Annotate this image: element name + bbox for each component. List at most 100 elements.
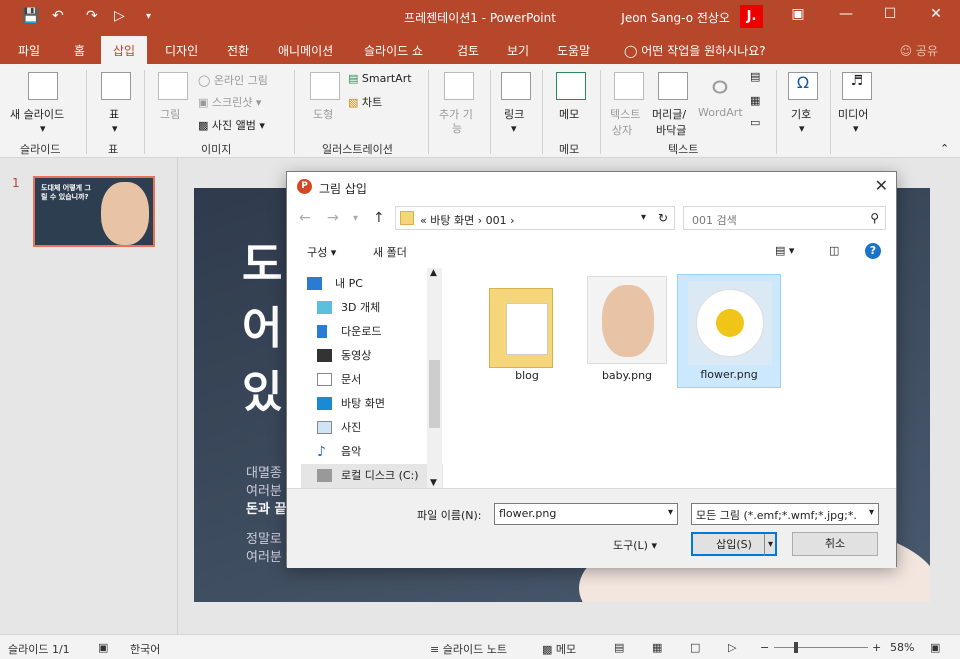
tree-item-documents[interactable]: 문서 [301, 368, 443, 392]
table-button[interactable]: 표 [109, 106, 119, 122]
filename-field[interactable]: flower.png ▾ [494, 503, 678, 525]
slideshow-icon[interactable]: ▷ [728, 641, 736, 654]
close-icon[interactable]: ✕ [875, 176, 888, 195]
fit-to-window-icon[interactable]: ▣ [930, 641, 940, 654]
textbox-button-line2[interactable]: 상자 [612, 122, 632, 138]
picture-button[interactable]: 그림 [160, 106, 180, 122]
new-slide-button[interactable]: 새 슬라이드 [10, 106, 64, 122]
reading-view-icon[interactable]: □ [690, 641, 700, 654]
help-icon[interactable]: ? [865, 243, 881, 259]
link-icon[interactable] [501, 72, 531, 100]
tab-insert[interactable]: 삽입 [101, 36, 148, 64]
close-icon[interactable]: ✕ [926, 6, 946, 26]
accessibility-icon[interactable]: ▣ [98, 641, 108, 654]
chevron-down-icon[interactable]: ▾ [799, 122, 805, 135]
recent-locations-icon[interactable]: ▾ [353, 213, 358, 224]
cancel-button[interactable]: 취소 [792, 532, 878, 556]
tree-item-local-disk[interactable]: 로컬 디스크 (C:) [301, 464, 443, 488]
tree-item-3d-objects[interactable]: 3D 개체 [301, 296, 443, 320]
tab-design[interactable]: 디자인 [165, 42, 198, 59]
tab-file[interactable]: 파일 [18, 42, 40, 59]
zoom-slider[interactable] [774, 647, 868, 648]
avatar[interactable]: J. [740, 5, 763, 28]
chart-button[interactable]: ▧ 차트 [348, 94, 382, 110]
comments-button[interactable]: ▩ 메모 [542, 641, 576, 657]
table-icon[interactable] [101, 72, 131, 100]
user-name[interactable]: Jeon Sang-o 전상오 [621, 9, 730, 26]
object-icon[interactable]: ▭ [750, 116, 760, 129]
address-bar[interactable]: « 바탕 화면 › 001 › ▾ ↻ [395, 206, 675, 230]
addins-button-line2[interactable]: 능 [452, 120, 462, 136]
tell-me-search[interactable]: ◯ 어떤 작업을 원하시나요? [624, 42, 766, 59]
wordart-button[interactable]: WordArt [698, 106, 743, 119]
search-input[interactable]: 001 검색 ⚲ [683, 206, 886, 230]
shapes-button[interactable]: 도형 [313, 106, 333, 122]
link-button[interactable]: 링크 [504, 106, 524, 122]
tree-item-desktop[interactable]: 바탕 화면 [301, 392, 443, 416]
slide-number-icon[interactable]: ▦ [750, 94, 760, 107]
scroll-up-icon[interactable]: ▲ [430, 268, 437, 278]
tab-view[interactable]: 보기 [507, 42, 529, 59]
insert-button[interactable]: 삽입(S) ▾ [691, 532, 777, 556]
chevron-down-icon[interactable]: ▾ [112, 122, 118, 135]
chevron-down-icon[interactable]: ▾ [853, 122, 859, 135]
chevron-down-icon[interactable]: ▾ [869, 507, 874, 518]
tab-slideshow[interactable]: 슬라이드 쇼 [364, 42, 423, 59]
photo-album-button[interactable]: ▩ 사진 앨범 ▾ [198, 117, 265, 133]
breadcrumb[interactable]: « 바탕 화면 › 001 › [420, 212, 515, 228]
wordart-icon[interactable]: ㅇ [708, 68, 732, 105]
share-button[interactable]: ☺ 공유 [900, 42, 938, 59]
ribbon-display-icon[interactable]: ▣ [788, 6, 808, 26]
refresh-icon[interactable]: ↻ [658, 211, 668, 225]
new-folder-button[interactable]: 새 폴더 [373, 244, 407, 260]
screenshot-button[interactable]: ▣ 스크린샷 ▾ [198, 94, 261, 110]
up-arrow-icon[interactable]: ↑ [373, 210, 385, 226]
zoom-in-icon[interactable]: + [872, 641, 881, 654]
notes-button[interactable]: ≡ 슬라이드 노트 [430, 641, 507, 657]
file-item-selected[interactable]: flower.png [677, 274, 781, 388]
smartart-button[interactable]: ▤ SmartArt [348, 72, 412, 85]
scroll-down-icon[interactable]: ▼ [430, 478, 437, 488]
zoom-level[interactable]: 58% [890, 641, 914, 654]
tab-home[interactable]: 홈 [74, 42, 85, 59]
chevron-down-icon[interactable]: ▾ [40, 122, 46, 135]
insert-options-icon[interactable]: ▾ [763, 534, 773, 556]
zoom-out-icon[interactable]: − [760, 641, 769, 654]
date-time-icon[interactable]: ▤ [750, 70, 760, 83]
tree-item-this-pc[interactable]: 내 PC [301, 272, 443, 296]
comment-icon[interactable] [556, 72, 586, 100]
preview-pane-icon[interactable]: ◫ [829, 244, 839, 257]
slide-thumbnail[interactable]: 도대체 어떻게 그릴 수 있습니까? [33, 176, 155, 247]
view-options-icon[interactable]: ▤ ▾ [775, 244, 794, 257]
textbox-button[interactable]: 텍스트 [610, 106, 640, 122]
forward-arrow-icon[interactable]: → [327, 210, 339, 226]
header-footer-icon[interactable] [658, 72, 688, 100]
online-picture-button[interactable]: ◯ 온라인 그림 [198, 72, 268, 88]
comment-button[interactable]: 메모 [559, 106, 579, 122]
textbox-icon[interactable] [614, 72, 644, 100]
chevron-down-icon[interactable]: ▾ [641, 212, 646, 223]
picture-icon[interactable] [158, 72, 188, 100]
tree-item-pictures[interactable]: 사진 [301, 416, 443, 440]
header-footer-button[interactable]: 머리글/ [652, 106, 686, 122]
zoom-slider-thumb[interactable] [794, 642, 798, 653]
scrollbar-thumb[interactable] [429, 360, 440, 428]
slide-sorter-icon[interactable]: ▦ [652, 641, 662, 654]
file-item[interactable]: blog [475, 274, 579, 388]
organize-button[interactable]: 구성 ▾ [307, 244, 336, 260]
maximize-icon[interactable]: ☐ [880, 6, 900, 26]
tree-scrollbar[interactable]: ▲ ▼ [427, 268, 442, 488]
tab-review[interactable]: 검토 [457, 42, 479, 59]
chevron-down-icon[interactable]: ▾ [668, 507, 673, 518]
speaker-icon[interactable]: ♬ [842, 72, 872, 100]
file-item[interactable]: baby.png [575, 274, 679, 388]
tab-help[interactable]: 도움말 [557, 42, 590, 59]
media-button[interactable]: 미디어 [838, 106, 868, 122]
symbols-button[interactable]: 기호 [791, 106, 811, 122]
header-footer-button-line2[interactable]: 바닥글 [656, 122, 686, 138]
tree-item-music[interactable]: ♪ 음악 [301, 440, 443, 464]
tab-transitions[interactable]: 전환 [227, 42, 249, 59]
normal-view-icon[interactable]: ▤ [614, 641, 624, 654]
tree-item-downloads[interactable]: 다운로드 [301, 320, 443, 344]
tree-item-videos[interactable]: 동영상 [301, 344, 443, 368]
